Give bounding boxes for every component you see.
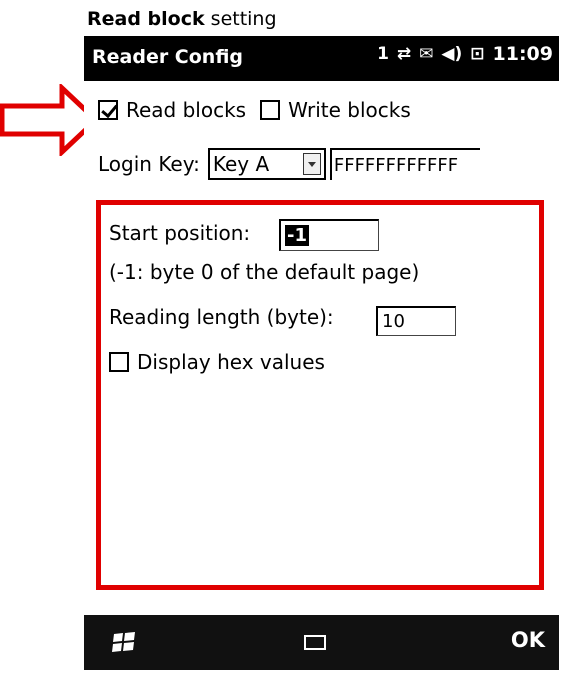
hex-option: Display hex values: [109, 350, 325, 374]
connectivity-icon: ⇄: [396, 44, 412, 64]
window-title: Reader Config: [92, 46, 244, 68]
display-hex-checkbox[interactable]: [109, 352, 129, 372]
login-key-input[interactable]: FFFFFFFFFFFF: [329, 148, 480, 180]
login-key-row: Login Key: Key A FFFFFFFFFFFF: [98, 148, 480, 180]
start-position-hint: (-1: byte 0 of the default page): [109, 260, 420, 284]
soft-key-bar: OK: [84, 615, 559, 670]
read-blocks-checkbox[interactable]: [98, 100, 118, 120]
device-screen: Reader Config 1 ⇄ ✉ ◀) ⊡ 11:09 Read bloc…: [84, 36, 559, 670]
read-blocks-label[interactable]: Read blocks: [126, 98, 246, 122]
key-type-value: Key A: [212, 152, 270, 176]
chevron-down-icon[interactable]: [302, 153, 321, 175]
reading-length-value: 10: [382, 311, 405, 332]
start-position-input[interactable]: -1: [279, 219, 379, 251]
caption-rest: setting: [204, 8, 277, 30]
caption-bold: Read block: [87, 8, 205, 30]
start-position-value: -1: [285, 225, 309, 246]
read-settings-highlight: Start position: -1 (-1: byte 0 of the de…: [96, 200, 544, 590]
display-hex-label[interactable]: Display hex values: [137, 350, 325, 374]
clock: 11:09: [492, 43, 553, 65]
keyboard-icon[interactable]: [304, 635, 326, 650]
write-blocks-checkbox[interactable]: [260, 100, 281, 120]
no-sim-icon: ✉: [419, 44, 434, 64]
battery-charging-icon: ⊡: [470, 44, 485, 64]
key-type-select[interactable]: Key A: [207, 148, 326, 180]
start-position-label: Start position:: [109, 221, 251, 245]
signal-icon: 1: [377, 44, 389, 64]
write-blocks-label[interactable]: Write blocks: [288, 98, 411, 122]
figure-caption: Read block setting: [87, 8, 277, 30]
volume-icon: ◀): [441, 44, 463, 64]
login-key-label: Login Key:: [98, 152, 200, 176]
title-bar: Reader Config 1 ⇄ ✉ ◀) ⊡ 11:09: [84, 36, 559, 81]
windows-start-icon[interactable]: [112, 630, 136, 654]
reading-length-input[interactable]: 10: [376, 306, 456, 336]
reading-length-label: Reading length (byte):: [109, 305, 334, 329]
status-area: 1 ⇄ ✉ ◀) ⊡ 11:09: [377, 43, 553, 65]
ok-button[interactable]: OK: [511, 628, 545, 652]
login-key-value: FFFFFFFFFFFF: [333, 154, 459, 176]
mode-options: Read blocks Write blocks: [98, 98, 425, 122]
